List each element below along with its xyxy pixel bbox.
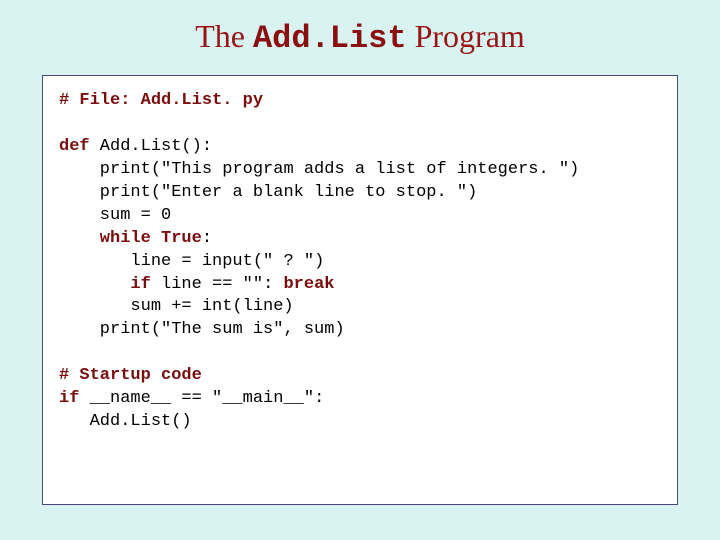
print1-b: "This program adds a list of integers. " xyxy=(161,160,569,179)
print1-a: print( xyxy=(59,160,161,179)
sum-init: sum = 0 xyxy=(59,206,171,225)
print3-c: , sum) xyxy=(283,320,344,339)
print2-a: print( xyxy=(59,183,161,202)
kw-while: while True xyxy=(59,229,202,248)
kw-if: if xyxy=(59,275,151,294)
title-prefix: The xyxy=(195,18,253,54)
if-colon: : xyxy=(263,275,283,294)
print3-a: print( xyxy=(59,320,161,339)
fn-name: Add.List(): xyxy=(90,137,212,156)
while-colon: : xyxy=(202,229,212,248)
print2-b: "Enter a blank line to stop. " xyxy=(161,183,467,202)
main-a: __name__ == xyxy=(79,389,212,408)
comment-startup: # Startup code xyxy=(59,366,202,385)
print2-c: ) xyxy=(467,183,477,202)
slide-title: The Add.List Program xyxy=(0,0,720,75)
call-fn: Add.List() xyxy=(59,412,192,431)
kw-break: break xyxy=(283,275,334,294)
main-b: "__main__" xyxy=(212,389,314,408)
if-str: "" xyxy=(243,275,263,294)
input-c: ) xyxy=(314,252,324,271)
print1-c: ) xyxy=(569,160,579,179)
code-box: # File: Add.List. py def Add.List(): pri… xyxy=(42,75,678,505)
comment-file: # File: Add.List. py xyxy=(59,91,263,110)
print3-b: "The sum is" xyxy=(161,320,283,339)
title-mono: Add.List xyxy=(253,20,407,57)
kw-def: def xyxy=(59,137,90,156)
title-suffix: Program xyxy=(407,18,525,54)
input-b: " ? " xyxy=(263,252,314,271)
input-a: line = input( xyxy=(59,252,263,271)
sum-add: sum += int(line) xyxy=(59,297,294,316)
if-mid: line == xyxy=(151,275,243,294)
main-c: : xyxy=(314,389,324,408)
kw-if2: if xyxy=(59,389,79,408)
code-block: # File: Add.List. py def Add.List(): pri… xyxy=(59,90,661,434)
